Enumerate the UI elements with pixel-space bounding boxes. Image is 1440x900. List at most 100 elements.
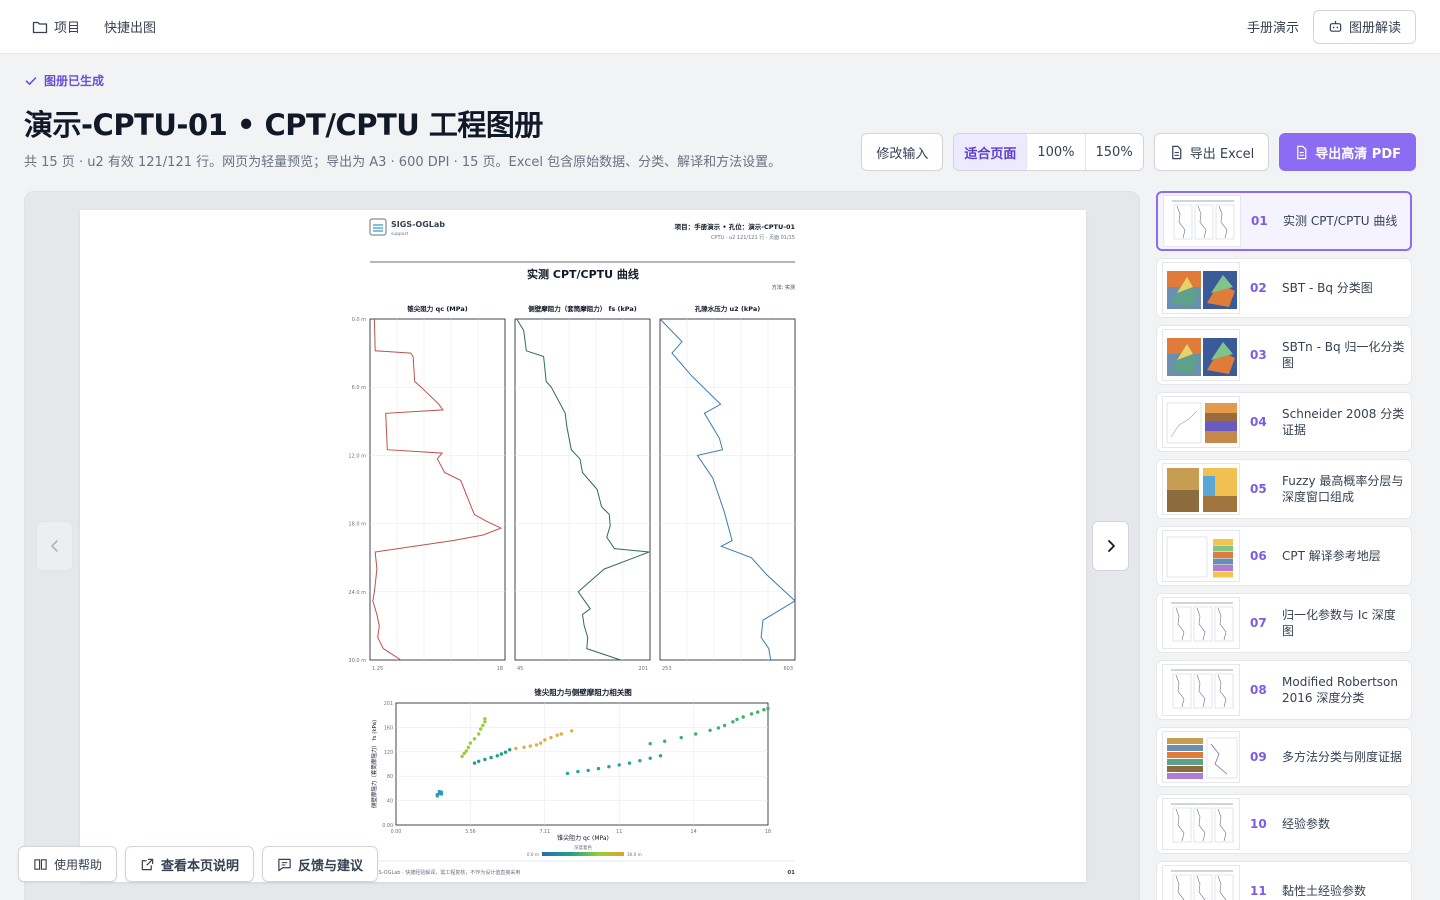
scatter-point xyxy=(495,754,499,758)
y-tick-label: 80 xyxy=(387,774,393,780)
scatter-point xyxy=(658,754,663,758)
panel-title: 侧壁摩阻力（套筒摩阻力） fs (kPa) xyxy=(528,304,636,313)
prev-page-button[interactable] xyxy=(36,521,73,571)
thumbnail-page-07[interactable]: 07 归一化参数与 Ic 深度图 xyxy=(1156,593,1412,653)
x-tick-label: 14 xyxy=(691,829,697,835)
interpret-button[interactable]: 图册解读 xyxy=(1312,9,1416,44)
panel-frame xyxy=(369,318,506,661)
export-excel-label: 导出 Excel xyxy=(1189,146,1255,162)
thumbnail-number: 02 xyxy=(1250,281,1267,295)
document-icon xyxy=(1171,145,1182,159)
x-tick-min: 253 xyxy=(662,666,672,672)
logo-text: SIGS-OGLab xyxy=(391,220,445,229)
scatter-point xyxy=(648,742,652,746)
top-bar: 项目 快捷出图 手册演示 图册解读 xyxy=(0,0,1440,54)
depth-curve-panels: 锥尖阻力 qc (MPa) 1.25 18 侧壁摩阻力（套筒摩阻力） fs (kPa)… xyxy=(348,304,796,672)
depth-tick-label: 6.0 m xyxy=(352,385,367,391)
x-tick-max: 603 xyxy=(783,666,793,672)
zoom-150[interactable]: 150% xyxy=(1086,134,1143,170)
thumbnail-page-05[interactable]: 05 Fuzzy 最高概率分层与深度窗口组成 xyxy=(1156,459,1412,519)
method-note: 方法: 实测 xyxy=(772,284,795,291)
y-tick-label: 0.00 xyxy=(382,823,393,829)
export-pdf-button[interactable]: 导出高清 PDF xyxy=(1279,133,1416,171)
depth-tick-label: 18.0 m xyxy=(348,522,366,528)
thumbnail-image xyxy=(1162,664,1240,716)
toolbar: 修改输入 适合页面 100% 150% 导出 Excel 导出高清 PDF xyxy=(861,133,1416,171)
thumbnail-page-08[interactable]: 08 Modified Robertson 2016 深度分类 xyxy=(1156,660,1412,720)
logo: SIGS-OGLab support xyxy=(369,218,445,237)
scatter-point xyxy=(648,756,652,760)
page-title: 演示-CPTU-01 • CPT/CPTU 工程图册 xyxy=(24,108,543,142)
thumbnail-label: 黏性土经验参数 xyxy=(1282,884,1367,898)
colorbar-min: 0.0 m xyxy=(527,852,539,857)
manual-demo-link[interactable]: 手册演示 xyxy=(1247,17,1299,36)
help-bar: 使用帮助 查看本页说明 反馈与建议 xyxy=(18,846,379,882)
export-excel-button[interactable]: 导出 Excel xyxy=(1153,133,1270,171)
next-page-button[interactable] xyxy=(1092,521,1129,571)
scatter-point xyxy=(499,752,504,756)
scatter-point xyxy=(570,729,574,733)
thumbnail-image xyxy=(1162,396,1240,448)
zoom-fit-page[interactable]: 适合页面 xyxy=(954,134,1028,170)
thumbnail-number: 08 xyxy=(1250,683,1267,697)
scatter-point xyxy=(607,765,611,769)
colorbar-max: 30.0 m xyxy=(627,852,642,857)
scatter-point xyxy=(522,745,526,749)
nav-projects[interactable]: 项目 xyxy=(32,17,80,36)
scatter-point xyxy=(722,723,727,728)
page-description-button[interactable]: 查看本页说明 xyxy=(125,846,255,882)
y-tick-label: 40 xyxy=(387,799,393,805)
thumbnail-page-09[interactable]: 09 多方法分类与刚度证据 xyxy=(1156,727,1412,787)
y-tick-label: 201 xyxy=(384,701,393,707)
depth-tick-label: 24.0 m xyxy=(348,590,366,596)
x-tick-min: 1.25 xyxy=(372,666,383,672)
scatter-point xyxy=(489,755,493,760)
thumbnail-label: 多方法分类与刚度证据 xyxy=(1282,750,1403,764)
nav-quick-plot[interactable]: 快捷出图 xyxy=(104,17,156,36)
thumbnail-label: SBTn - Bq 归一化分类图 xyxy=(1282,340,1405,370)
x-tick-label: 3.56 xyxy=(465,829,476,835)
status-text: 图册已生成 xyxy=(44,74,105,88)
scatter-point xyxy=(617,763,621,767)
scatter-point xyxy=(481,723,485,728)
thumbnail-image xyxy=(1162,530,1240,582)
help-button[interactable]: 使用帮助 xyxy=(18,846,118,882)
scatter-point xyxy=(663,739,667,743)
panel-frame xyxy=(659,318,796,661)
scatter-point xyxy=(528,744,532,748)
edit-input-button[interactable]: 修改输入 xyxy=(861,133,944,171)
thumbnail-image xyxy=(1162,731,1240,783)
nav-quick-plot-label: 快捷出图 xyxy=(104,21,157,36)
scatter-point xyxy=(694,732,698,736)
depth-panel-3: 孔隙水压力 u2 (kPa) 253 603 xyxy=(659,304,796,672)
thumbnail-page-10[interactable]: 10 经验参数 xyxy=(1156,794,1412,854)
thumbnail-label: CPT 解译参考地层 xyxy=(1282,549,1381,563)
x-tick-min: 45 xyxy=(517,666,523,672)
y-tick-label: 120 xyxy=(384,750,393,756)
chevron-left-icon xyxy=(50,540,58,552)
feedback-button[interactable]: 反馈与建议 xyxy=(262,846,379,882)
zoom-100[interactable]: 100% xyxy=(1027,134,1086,170)
scatter-point xyxy=(596,766,601,771)
thumbnail-label: Schneider 2008 分类证据 xyxy=(1282,407,1405,437)
thumbnail-image xyxy=(1163,195,1241,247)
thumbnail-image xyxy=(1162,262,1240,314)
scatter-point xyxy=(477,732,481,736)
scatter-point xyxy=(539,741,543,745)
thumbnail-page-11[interactable]: 11 黏性土经验参数 xyxy=(1156,861,1412,900)
thumbnail-label: Modified Robertson 2016 深度分类 xyxy=(1282,675,1398,705)
thumbnail-number: 09 xyxy=(1250,750,1267,764)
thumbnail-page-06[interactable]: 06 CPT 解译参考地层 xyxy=(1156,526,1412,586)
thumbnail-page-04[interactable]: 04 Schneider 2008 分类证据 xyxy=(1156,392,1412,452)
x-tick-label: 18 xyxy=(765,829,771,835)
scatter-point xyxy=(708,728,712,732)
x-tick-max: 201 xyxy=(638,666,648,672)
thumbnail-label: SBT - Bq 分类图 xyxy=(1282,281,1373,295)
thumbnail-page-02[interactable]: 02 SBT - Bq 分类图 xyxy=(1156,258,1412,318)
thumbnail-label: Fuzzy 最高概率分层与深度窗口组成 xyxy=(1282,474,1404,504)
thumbnail-page-01[interactable]: 01 实测 CPT/CPTU 曲线 xyxy=(1156,191,1412,251)
zoom-group: 适合页面 100% 150% xyxy=(953,133,1144,171)
thumbnail-page-03[interactable]: 03 SBTn - Bq 归一化分类图 xyxy=(1156,325,1412,385)
page-footer-left: SIGS-OGLab · 快捷经验解译，需工程复核，不作为设计值直接采用 xyxy=(370,869,520,876)
scatter-point xyxy=(749,712,754,716)
